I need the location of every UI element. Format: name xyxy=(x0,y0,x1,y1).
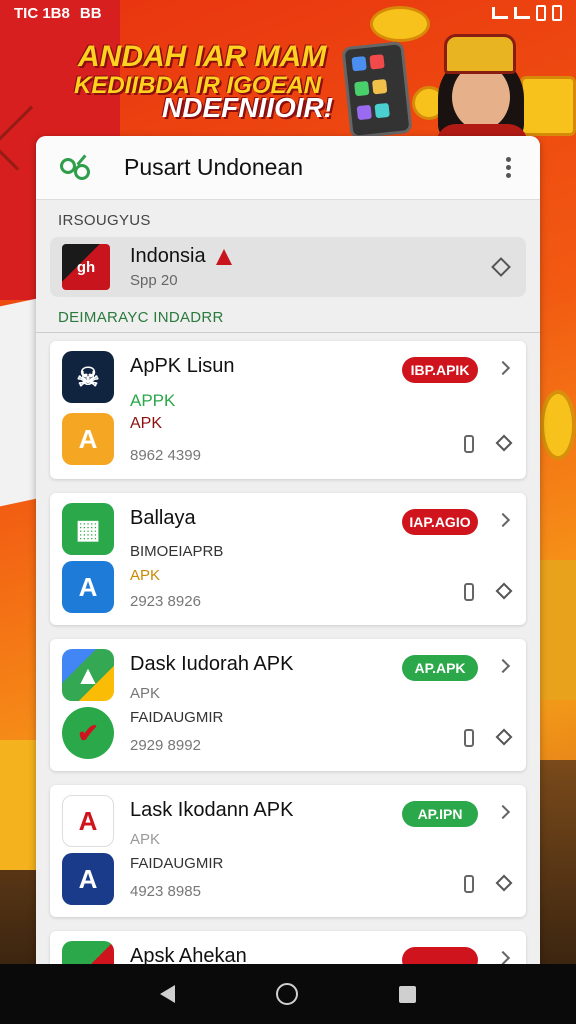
app-title: Apsk Ahekan xyxy=(130,945,247,966)
app-line-1: APPK xyxy=(130,391,176,410)
lock-icon xyxy=(464,729,474,747)
banner-tagline: NDEFNIIOIR! xyxy=(162,92,334,123)
chevron-right-icon[interactable] xyxy=(495,804,511,820)
status-bar: TIC 1B8 BB xyxy=(0,0,576,26)
nav-home-icon[interactable] xyxy=(275,983,298,1005)
app-card[interactable]: Apsk Ahekan xyxy=(50,931,526,966)
download-badge[interactable]: IAP.AGIO xyxy=(402,509,478,535)
app-title: Dask Iudorah APK xyxy=(130,653,294,675)
model-portrait xyxy=(432,34,532,146)
app-title: Lask Ikodann APK xyxy=(130,799,294,821)
status-time: TIC 1B8 xyxy=(14,4,70,22)
chevron-right-icon[interactable] xyxy=(495,360,511,376)
nav-back-icon[interactable] xyxy=(160,985,176,1003)
diamond-icon[interactable] xyxy=(495,582,513,600)
app-icon-bag: ▦ xyxy=(62,503,114,555)
app-icon-drive: ▲ xyxy=(62,649,114,701)
app-title: Ballaya xyxy=(130,507,196,529)
panel-header: Pusart Undonean xyxy=(36,136,540,200)
app-icon-flag: A xyxy=(62,795,114,847)
banner-headline: ANDAH IAR MAM xyxy=(78,40,327,73)
app-meta: 8962 4399 xyxy=(130,447,201,464)
chevron-right-icon[interactable] xyxy=(495,950,511,966)
app-icon-partial xyxy=(62,941,114,966)
download-badge[interactable]: AP.APK xyxy=(402,655,478,681)
diamond-icon[interactable] xyxy=(495,434,513,452)
app-line-2: FAIDAUGMIR xyxy=(130,855,224,872)
app-line-2: APK xyxy=(130,415,163,432)
app-icon-a: A xyxy=(62,413,114,465)
navigate-diamond-icon[interactable] xyxy=(491,257,511,277)
app-line-2: FAIDAUGMIR xyxy=(130,709,224,726)
app-title: ApPK Lisun xyxy=(130,355,235,377)
app-meta: 2929 8992 xyxy=(130,737,201,754)
signal-icon xyxy=(514,7,530,19)
featured-title: Indonsia xyxy=(130,245,206,267)
app-meta: 2923 8926 xyxy=(130,593,201,610)
chevron-right-icon[interactable] xyxy=(495,658,511,674)
app-icon-shield: ☠ xyxy=(62,351,114,403)
background-coin xyxy=(540,390,576,460)
app-line-2: APK xyxy=(130,567,161,584)
section-label-list: DEIMARAYC INDADRR xyxy=(36,297,540,333)
background-stall-left xyxy=(0,740,40,870)
wifi-icon xyxy=(492,7,508,19)
app-icon-check: ✔ xyxy=(62,707,114,759)
warning-icon xyxy=(215,248,232,265)
crown-icon xyxy=(444,34,516,74)
more-options-icon[interactable] xyxy=(496,153,520,183)
featured-subtitle: Spp 20 xyxy=(130,272,178,289)
share-icon[interactable] xyxy=(56,148,96,188)
app-icon-appstore-dark: A xyxy=(62,853,114,905)
app-line-1: BIMOEIAPRB xyxy=(130,543,224,560)
phone-illustration xyxy=(341,41,413,139)
app-store-panel: Pusart Undonean IRSOUGYUS gh Indonsia Sp… xyxy=(36,136,540,966)
nav-recents-icon[interactable] xyxy=(398,985,416,1003)
background-stall-right xyxy=(536,560,576,700)
promo-banner[interactable]: ANDAH IAR MAM KEDIIBDA IR IGOEAN NDEFNII… xyxy=(0,6,576,171)
status-extra: BB xyxy=(79,4,102,22)
app-card[interactable]: A A Lask Ikodann APK APK FAIDAUGMIR 4923… xyxy=(50,785,526,917)
chevron-right-icon[interactable] xyxy=(495,512,511,528)
featured-app-icon: gh xyxy=(62,244,110,290)
app-card[interactable]: ▦ A Ballaya BIMOEIAPRB APK 2923 8926 IAP… xyxy=(50,493,526,625)
battery-icon-2 xyxy=(552,5,562,21)
app-line-1: APK xyxy=(130,685,161,702)
app-meta: 4923 8985 xyxy=(130,883,201,900)
app-icon-appstore: A xyxy=(62,561,114,613)
lock-icon xyxy=(464,875,474,893)
page-title: Pusart Undonean xyxy=(124,154,304,180)
app-list: ☠ A ApPK Lisun APPK APK 8962 4399 IBP.AP… xyxy=(36,333,540,966)
lock-icon xyxy=(464,583,474,601)
battery-icon xyxy=(536,5,546,21)
section-label-top: IRSOUGYUS xyxy=(58,212,151,229)
download-badge[interactable]: IBP.APIK xyxy=(402,357,478,383)
app-card[interactable]: ▲ ✔ Dask Iudorah APK APK FAIDAUGMIR 2929… xyxy=(50,639,526,771)
lock-icon xyxy=(464,435,474,453)
diamond-icon[interactable] xyxy=(495,874,513,892)
system-nav-bar xyxy=(0,964,576,1024)
download-badge[interactable]: AP.IPN xyxy=(402,801,478,827)
diamond-icon[interactable] xyxy=(495,728,513,746)
featured-item[interactable]: gh Indonsia Spp 20 xyxy=(50,237,526,297)
app-card[interactable]: ☠ A ApPK Lisun APPK APK 8962 4399 IBP.AP… xyxy=(50,341,526,479)
app-line-1: APK xyxy=(130,831,161,848)
